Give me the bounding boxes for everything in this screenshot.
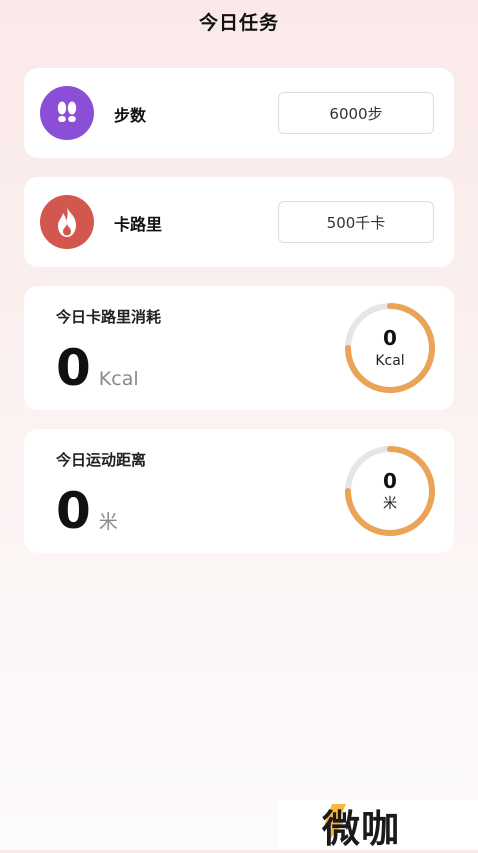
calories-burned-value: 0: [56, 339, 91, 397]
watermark-logo: 微咖: [278, 800, 478, 851]
calories-ring-unit: Kcal: [375, 353, 405, 369]
distance-ring-value: 0: [383, 469, 397, 493]
distance-unit: 米: [98, 511, 118, 533]
distance-value-group: 0 米: [56, 481, 118, 541]
calorie-goal-card: 卡路里 500千卡: [24, 177, 454, 267]
calories-burned-unit: Kcal: [98, 368, 139, 390]
distance-value: 0: [56, 482, 91, 540]
calories-burned-card: 今日卡路里消耗 0 Kcal 0 Kcal: [24, 286, 454, 410]
steps-label: 步数: [114, 106, 147, 125]
calories-progress-ring: 0 Kcal: [344, 302, 436, 394]
distance-progress-ring: 0 米: [344, 445, 436, 537]
distance-ring-unit: 米: [383, 496, 397, 512]
watermark-text: 微咖: [322, 806, 401, 851]
steps-goal-card: 步数 6000步: [24, 68, 454, 158]
footprints-icon: [40, 86, 94, 140]
calorie-label: 卡路里: [114, 215, 163, 234]
flame-icon: [40, 195, 94, 249]
calories-ring-value: 0: [383, 326, 397, 350]
distance-card: 今日运动距离 0 米 0 米: [24, 429, 454, 553]
steps-goal-input[interactable]: 6000步: [278, 92, 434, 134]
calorie-goal-input[interactable]: 500千卡: [278, 201, 434, 243]
calories-burned-title: 今日卡路里消耗: [56, 308, 162, 326]
calories-burned-value-group: 0 Kcal: [56, 338, 139, 398]
page-title: 今日任务: [198, 12, 279, 34]
distance-title: 今日运动距离: [56, 451, 147, 469]
